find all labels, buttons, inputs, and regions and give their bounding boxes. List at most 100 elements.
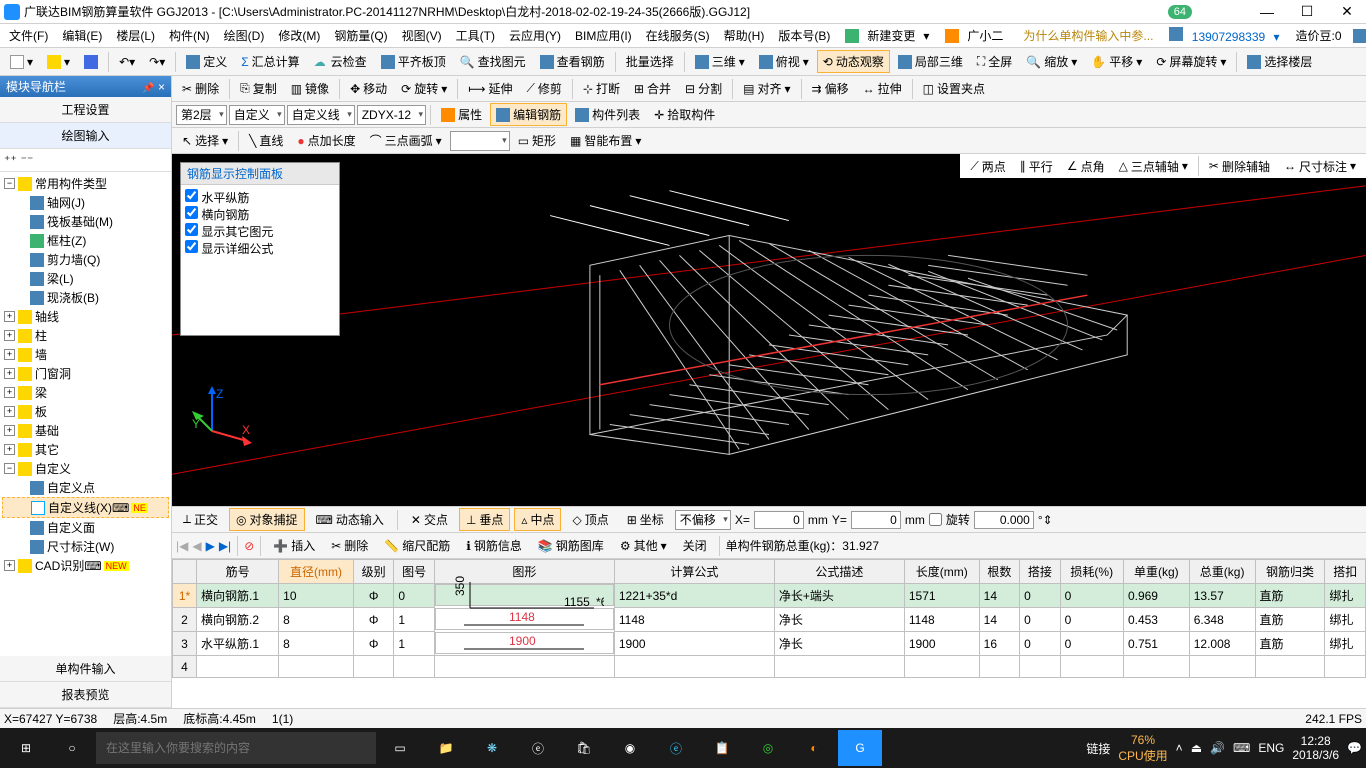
offset-mode[interactable]: 不偏移 bbox=[675, 510, 731, 530]
osnap-button[interactable]: ◎ 对象捕捉 bbox=[229, 508, 305, 531]
zoom-button[interactable]: 🔍缩放▾ bbox=[1020, 50, 1083, 73]
phone-label[interactable]: 13907298339 ▾ bbox=[1164, 25, 1284, 46]
two-point-button[interactable]: ⟋ 两点 bbox=[964, 155, 1011, 178]
other-button[interactable]: ⚙ 其他▾ bbox=[614, 534, 673, 557]
delete-row-button[interactable]: ✂ 删除 bbox=[325, 534, 374, 557]
collapse-all-icon[interactable]: ⁻⁻ bbox=[21, 153, 34, 167]
tri-aux-button[interactable]: △ 三点辅轴▾ bbox=[1113, 155, 1194, 178]
menu-component[interactable]: 构件(N) bbox=[164, 25, 215, 46]
col-desc[interactable]: 公式描述 bbox=[774, 560, 904, 584]
rebarinfo-button[interactable]: ℹ 钢筋信息 bbox=[460, 534, 528, 557]
perp-button[interactable]: ⊥ 垂点 bbox=[459, 508, 510, 531]
copy-button[interactable]: ⎘ 复制 bbox=[234, 77, 283, 100]
halt-button[interactable]: ⊘ bbox=[244, 539, 254, 553]
addlen-button[interactable]: ●点加长度 bbox=[291, 129, 361, 152]
rotate-button[interactable]: ⟳ 旋转▾ bbox=[395, 77, 453, 100]
ime-icon[interactable]: ⌨ bbox=[1233, 741, 1250, 755]
menu-edit[interactable]: 编辑(E) bbox=[57, 25, 107, 46]
sumcalc-button[interactable]: Σ 汇总计算 bbox=[235, 50, 305, 73]
dim-button[interactable]: ↔ 尺寸标注▾ bbox=[1278, 155, 1362, 178]
dynview-button[interactable]: ⟲动态观察 bbox=[817, 50, 890, 73]
pan-button[interactable]: ✋平移▾ bbox=[1085, 50, 1148, 73]
tree-cat-slab[interactable]: +板 bbox=[2, 402, 169, 421]
save-button[interactable] bbox=[78, 52, 104, 72]
cost-label[interactable]: 造价豆:0 bbox=[1291, 25, 1347, 46]
tree-column[interactable]: 框柱(Z) bbox=[2, 231, 169, 250]
y-input[interactable] bbox=[851, 511, 901, 529]
col-tie[interactable]: 搭扣 bbox=[1325, 560, 1366, 584]
maximize-button[interactable]: ☐ bbox=[1292, 2, 1322, 22]
rotate-checkbox[interactable] bbox=[929, 513, 942, 526]
tree-cat-axis[interactable]: +轴线 bbox=[2, 307, 169, 326]
col-name[interactable]: 筋号 bbox=[197, 560, 279, 584]
line-button[interactable]: ╲ 直线 bbox=[243, 129, 289, 152]
fullscreen-button[interactable]: ⛶全屏 bbox=[971, 50, 1018, 73]
hint-text[interactable]: 为什么单构件输入中参... bbox=[1018, 25, 1158, 46]
offset-button[interactable]: ⇉ 偏移 bbox=[806, 77, 855, 100]
tree-common[interactable]: −常用构件类型 bbox=[2, 174, 169, 193]
break-button[interactable]: ⊹ 打断 bbox=[577, 77, 626, 100]
tree-custom-line[interactable]: 自定义线(X)⌨NE bbox=[2, 497, 169, 518]
arc-select[interactable] bbox=[450, 131, 510, 151]
findelem-button[interactable]: 🔍查找图元 bbox=[454, 50, 532, 73]
pick-button[interactable]: ✛拾取构件 bbox=[648, 103, 721, 126]
tree-cat-foundation[interactable]: +基础 bbox=[2, 421, 169, 440]
tree-custom-face[interactable]: 自定义面 bbox=[2, 518, 169, 537]
menu-rebar[interactable]: 钢筋量(Q) bbox=[329, 25, 392, 46]
cloudcheck-button[interactable]: ☁云检查 bbox=[308, 50, 373, 73]
arc3-button[interactable]: ⌒ 三点画弧▾ bbox=[364, 129, 448, 152]
store-icon[interactable]: 🛍 bbox=[562, 730, 606, 766]
clock[interactable]: 12:282018/3/6 bbox=[1292, 734, 1339, 762]
tree-custom-point[interactable]: 自定义点 bbox=[2, 478, 169, 497]
opt-transverse[interactable]: 横向钢筋 bbox=[185, 206, 335, 223]
volume-icon[interactable]: 🔊 bbox=[1210, 741, 1225, 755]
usb-icon[interactable]: ⏏ bbox=[1191, 741, 1202, 755]
sidebar-close-icon[interactable]: × bbox=[158, 80, 165, 94]
nav-first[interactable]: |◀ bbox=[176, 539, 188, 553]
del-aux-button[interactable]: ✂ 删除辅轴 bbox=[1203, 155, 1276, 178]
system-tray[interactable]: 链接 76%CPU使用 ˄ ⏏ 🔊 ⌨ ENG 12:282018/3/6 💬 bbox=[1086, 733, 1362, 764]
redo-button[interactable]: ↷▾ bbox=[143, 52, 171, 72]
opt-horizontal[interactable]: 水平纵筋 bbox=[185, 189, 335, 206]
deg-spin[interactable]: °⇕ bbox=[1038, 513, 1053, 527]
table-row[interactable]: 2横向钢筋.28Φ111481148净长114814000.4536.348直筋… bbox=[173, 608, 1366, 632]
menu-modify[interactable]: 修改(M) bbox=[273, 25, 325, 46]
component-list-button[interactable]: 构件列表 bbox=[569, 103, 646, 126]
col-dia[interactable]: 直径(mm) bbox=[279, 560, 354, 584]
mid-button[interactable]: ▵ 中点 bbox=[514, 508, 561, 531]
col-formula[interactable]: 计算公式 bbox=[614, 560, 774, 584]
notifications-icon[interactable]: 💬 bbox=[1347, 741, 1362, 755]
menu-cloud[interactable]: 云应用(Y) bbox=[504, 25, 566, 46]
scalerebar-button[interactable]: 📏 缩尺配筋 bbox=[378, 534, 456, 557]
model-viewport[interactable]: ⟋ 两点 ∥ 平行 ∠ 点角 △ 三点辅轴▾ ✂ 删除辅轴 ↔ 尺寸标注▾ bbox=[172, 154, 1366, 506]
col-lap[interactable]: 搭接 bbox=[1020, 560, 1060, 584]
coord-button[interactable]: ⊞ 坐标 bbox=[620, 508, 671, 531]
tree-cat-wall[interactable]: +墙 bbox=[2, 345, 169, 364]
edit-rebar-button[interactable]: 编辑钢筋 bbox=[490, 103, 567, 126]
trim-button[interactable]: ⟋ 修剪 bbox=[520, 77, 567, 100]
nav-next[interactable]: ▶ bbox=[206, 539, 215, 553]
opt-detail[interactable]: 显示详细公式 bbox=[185, 240, 335, 257]
col-loss[interactable]: 损耗(%) bbox=[1060, 560, 1123, 584]
taskbar-search[interactable] bbox=[96, 732, 376, 764]
minimize-button[interactable]: — bbox=[1252, 2, 1282, 22]
tree-slab[interactable]: 现浇板(B) bbox=[2, 288, 169, 307]
rotate-input[interactable] bbox=[974, 511, 1034, 529]
menu-tools[interactable]: 工具(T) bbox=[451, 25, 500, 46]
open-button[interactable]: ▾ bbox=[41, 52, 76, 72]
nav-prev[interactable]: ◀ bbox=[192, 539, 201, 553]
col-row[interactable] bbox=[173, 560, 197, 584]
undo-button[interactable]: ↶▾ bbox=[113, 52, 141, 72]
mirror-button[interactable]: ▥ 镜像 bbox=[285, 77, 335, 100]
rect-button[interactable]: ▭ 矩形 bbox=[512, 129, 562, 152]
floor-select[interactable]: 第2层 bbox=[176, 105, 227, 125]
ggj-taskbar-icon[interactable]: G bbox=[838, 730, 882, 766]
menu-online[interactable]: 在线服务(S) bbox=[641, 25, 715, 46]
side-single-input[interactable]: 单构件输入 bbox=[0, 656, 171, 682]
helper-button[interactable]: 广小二 bbox=[939, 22, 1014, 49]
x-input[interactable] bbox=[754, 511, 804, 529]
col-uw[interactable]: 单重(kg) bbox=[1123, 560, 1189, 584]
smartlayout-button[interactable]: ▦ 智能布置▾ bbox=[564, 129, 647, 152]
category-select[interactable]: 自定义 bbox=[229, 105, 285, 125]
screenrot-button[interactable]: ⟳屏幕旋转▾ bbox=[1150, 50, 1232, 73]
